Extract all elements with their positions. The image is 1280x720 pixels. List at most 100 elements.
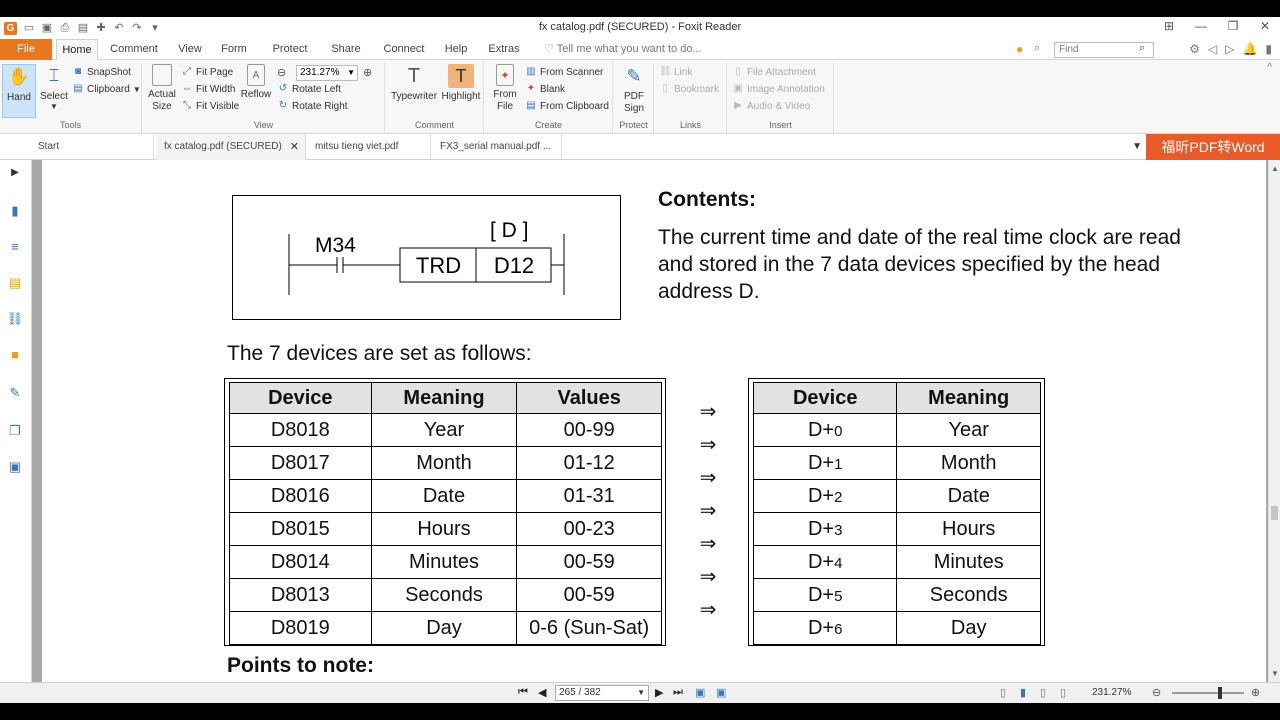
signatures-icon[interactable]: ✎ xyxy=(6,384,24,402)
tab-extras[interactable]: Extras xyxy=(484,39,524,60)
clipboard-button[interactable]: ▤ Clipboard ▼ xyxy=(72,83,140,95)
reflow-button[interactable]: A Reflow xyxy=(239,64,273,100)
tab-comment[interactable]: Comment xyxy=(104,39,164,60)
image-annotation-button[interactable]: ▣ Image Annotation xyxy=(732,83,825,95)
image-icon: ▣ xyxy=(733,83,743,94)
arrow-icon: ⇒ xyxy=(699,599,717,621)
cursor-icon: ⌶ xyxy=(48,66,60,85)
tab-file[interactable]: File xyxy=(0,39,52,60)
table-cell: D+3 xyxy=(752,512,898,546)
rotate-right-button[interactable]: ↻ Rotate Right xyxy=(277,100,348,112)
select-button[interactable]: ⌶ Select ▼ xyxy=(38,64,70,111)
table-cell: D8013 xyxy=(229,578,372,612)
typewriter-button[interactable]: T Typewriter xyxy=(390,64,438,103)
actual-size-button[interactable]: Actual Size xyxy=(146,64,178,113)
tab-share[interactable]: Share xyxy=(326,39,366,60)
next-view-icon[interactable]: ▣ xyxy=(716,686,726,699)
tab-connect[interactable]: Connect xyxy=(378,39,430,60)
pages-icon[interactable]: ≡ xyxy=(6,238,24,256)
user-icon[interactable]: ▮ xyxy=(1265,42,1272,56)
scroll-up-icon[interactable]: ▲ xyxy=(1271,164,1279,173)
content-icon[interactable]: ▣ xyxy=(6,458,24,476)
snapshot-button[interactable]: ◙ SnapShot xyxy=(72,66,131,78)
file-attachment-label: File Attachment xyxy=(747,66,816,78)
last-page-icon[interactable]: ⏭ xyxy=(673,686,683,699)
status-zoom-in-icon[interactable]: ⊕ xyxy=(1251,686,1260,699)
previous-view-icon[interactable]: ▣ xyxy=(695,686,705,699)
scroll-down-icon[interactable]: ▼ xyxy=(1271,669,1279,678)
tab-home[interactable]: Home xyxy=(56,39,98,61)
tab-view[interactable]: View xyxy=(172,39,208,60)
tab-form[interactable]: Form xyxy=(216,39,252,60)
zoom-dropdown-icon: ▼ xyxy=(347,68,355,77)
continuous-page-icon[interactable]: ▮ xyxy=(1020,686,1026,699)
zoom-in-icon[interactable]: ⊕ xyxy=(363,66,372,79)
zoom-slider-knob[interactable] xyxy=(1218,687,1222,699)
close-icon[interactable]: ✕ xyxy=(1256,19,1274,33)
bookmarks-icon[interactable]: ▮ xyxy=(6,202,24,220)
fit-width-button[interactable]: ⇔ Fit Width xyxy=(181,83,235,95)
tab-help[interactable]: Help xyxy=(440,39,472,60)
from-scanner-button[interactable]: ▥ From Scanner xyxy=(525,66,603,78)
bookmark-button[interactable]: ▯ Bookmark xyxy=(659,83,719,95)
comments-icon[interactable]: ▤ xyxy=(6,274,24,292)
first-page-icon[interactable]: ⏮ xyxy=(518,686,528,699)
maximize-icon[interactable]: ❐ xyxy=(1224,19,1242,33)
pdf-page: M34 [ D ] TRD D12 Contents: The current … xyxy=(42,160,1266,682)
arrow-icon: ⇒ xyxy=(699,401,717,423)
highlight-button[interactable]: T Highlight xyxy=(440,64,482,102)
promo-banner[interactable]: 福昕PDF转Word xyxy=(1146,134,1280,160)
document-viewport[interactable]: M34 [ D ] TRD D12 Contents: The current … xyxy=(42,160,1268,682)
rotate-left-button[interactable]: ↺ Rotate Left xyxy=(277,83,341,95)
zoom-select[interactable]: 231.27% ▼ xyxy=(296,65,358,81)
table-cell: Month xyxy=(896,446,1041,480)
contents-heading: Contents: xyxy=(658,188,756,211)
tab-protect[interactable]: Protect xyxy=(268,39,312,60)
settings-icon[interactable]: ⚙ xyxy=(1189,42,1200,56)
ribbon-options-icon[interactable]: ⊞ xyxy=(1160,19,1178,33)
single-page-icon[interactable]: ▯ xyxy=(1000,686,1006,699)
link-button[interactable]: ⛓ Link xyxy=(659,66,692,78)
minimize-icon[interactable]: — xyxy=(1192,19,1210,33)
find-search-icon[interactable]: ⌕ xyxy=(1139,42,1145,55)
pdf-sign-button[interactable]: ✎ PDF Sign xyxy=(618,64,650,115)
page-number-input[interactable]: 265 / 382 ▼ xyxy=(555,685,649,701)
doc-tab-start[interactable]: Start xyxy=(30,134,154,160)
facing-icon[interactable]: ▯ xyxy=(1040,686,1046,699)
doc-tab-mitsu[interactable]: mitsu tieng viet.pdf xyxy=(307,134,431,160)
security-lock-icon[interactable]: ■ xyxy=(6,346,24,364)
from-file-button[interactable]: ✦ From File xyxy=(489,64,521,113)
zoom-out-icon[interactable]: ⊖ xyxy=(277,66,286,79)
blank-button[interactable]: ✦ Blank xyxy=(525,83,565,95)
layers-icon[interactable]: ❐ xyxy=(6,422,24,440)
fit-page-button[interactable]: ⤢ Fit Page xyxy=(181,66,233,78)
audio-video-button[interactable]: ▶ Audio & Video xyxy=(732,100,810,112)
expand-panel-icon[interactable]: ▶ xyxy=(6,164,24,182)
attachments-icon[interactable]: ⛓ xyxy=(6,310,24,328)
forward-icon[interactable]: ▷ xyxy=(1225,42,1234,56)
zoom-slider[interactable] xyxy=(1172,687,1244,699)
file-attachment-button[interactable]: ▯ File Attachment xyxy=(732,66,816,78)
vertical-scrollbar[interactable]: ▲ ▼ xyxy=(1268,160,1280,682)
scroll-thumb[interactable] xyxy=(1271,506,1278,520)
back-icon[interactable]: ◁ xyxy=(1208,42,1217,56)
status-zoom-out-icon[interactable]: ⊖ xyxy=(1152,686,1161,699)
doc-tab-fx-catalog[interactable]: fx catalog.pdf (SECURED) ✕ xyxy=(156,134,306,160)
link-icon: ⛓ xyxy=(659,66,672,77)
fit-visible-button[interactable]: ⤡ Fit Visible xyxy=(181,100,239,112)
hand-button[interactable]: ✋ Hand xyxy=(2,64,36,118)
tab-list-dropdown-icon[interactable]: ▼ xyxy=(1132,134,1142,160)
doc-tab-fx3-serial[interactable]: FX3_serial manual.pdf ... xyxy=(432,134,562,160)
notification-icon[interactable]: ● xyxy=(1016,42,1023,56)
camera-icon: ◙ xyxy=(74,66,82,77)
previous-page-icon[interactable]: ◀ xyxy=(538,686,546,699)
next-page-icon[interactable]: ▶ xyxy=(655,686,663,699)
bell-icon[interactable]: 🔔 xyxy=(1242,42,1257,56)
search-folder-icon[interactable]: ⌕ xyxy=(1034,42,1040,55)
close-tab-icon[interactable]: ✕ xyxy=(290,134,299,160)
continuous-facing-icon[interactable]: ▯ xyxy=(1060,686,1066,699)
highlight-label: Highlight xyxy=(441,91,481,102)
tell-me-search[interactable]: ♡ Tell me what you want to do... xyxy=(544,39,702,60)
from-clipboard-button[interactable]: ▤ From Clipboard xyxy=(525,100,609,112)
collapse-ribbon-icon[interactable]: ^ xyxy=(1267,62,1272,73)
